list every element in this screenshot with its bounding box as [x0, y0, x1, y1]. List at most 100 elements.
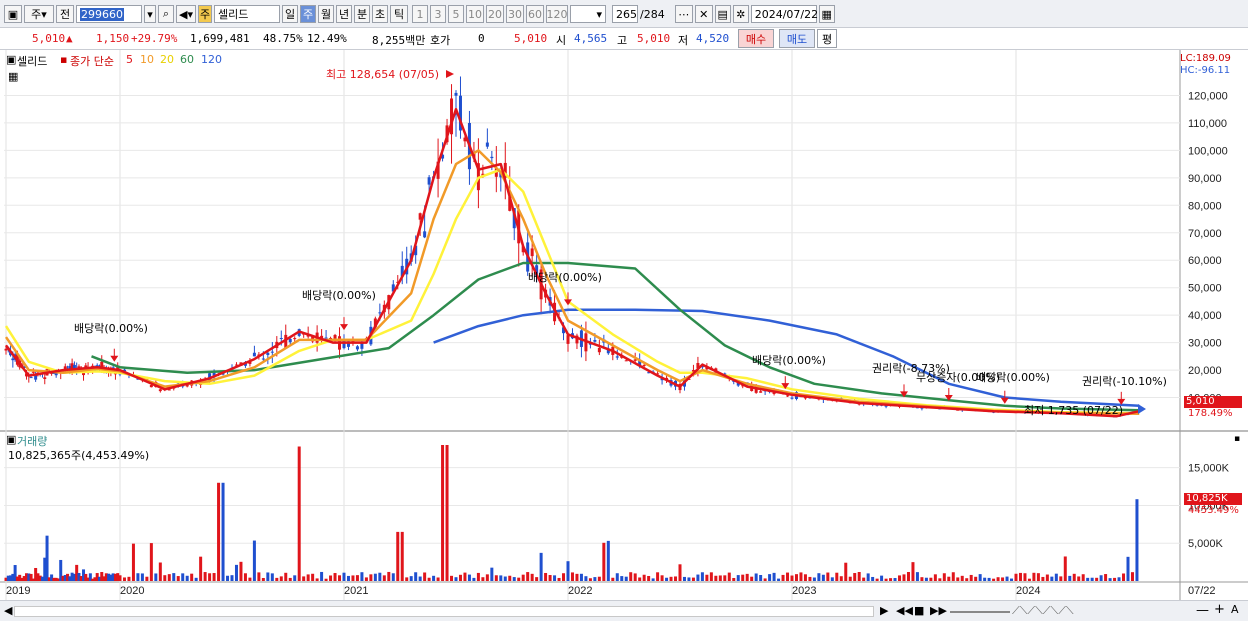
scroll-left-icon[interactable]: ◀ — [4, 604, 12, 617]
period-week[interactable]: 주 — [300, 5, 316, 23]
stock-code-input[interactable]: 299660 — [76, 5, 142, 23]
volume-bar — [1059, 576, 1063, 581]
volume-bar — [441, 445, 445, 581]
search-icon[interactable]: ⌕ — [158, 5, 174, 23]
volume-bar — [234, 564, 238, 581]
volume-bar — [808, 576, 812, 581]
volume-bar — [131, 543, 135, 581]
price-tick-label: 110,000 — [1188, 118, 1227, 130]
stock-name-field[interactable]: 셀리드 — [214, 5, 280, 23]
type-select[interactable]: 주 ▾ — [24, 5, 54, 23]
volume-bar — [544, 572, 548, 581]
interval-1[interactable]: 1 — [412, 5, 428, 23]
code-dropdown-icon[interactable]: ▾ — [144, 5, 156, 23]
volume-bar — [629, 572, 633, 581]
volume-bar — [472, 577, 476, 581]
interval-60[interactable]: 60 — [526, 5, 544, 23]
drawing-tools-icon[interactable]: ⟋⟍⟋⟍⟋⟍⟋⟍ — [1012, 604, 1074, 618]
candle-body — [266, 352, 270, 356]
volume-bar — [158, 562, 162, 581]
price-chart[interactable]: 10,00020,00030,00040,00050,00060,00070,0… — [0, 50, 1248, 600]
chart-background — [0, 50, 1248, 600]
speed-slider[interactable] — [950, 611, 1010, 613]
volume-bar — [674, 576, 678, 581]
volume-bar — [915, 572, 919, 581]
volume-bar — [432, 575, 436, 581]
volume-bar — [1001, 577, 1005, 581]
date-input[interactable]: 2024/07/22 — [750, 5, 818, 23]
zoom-in-icon[interactable]: + — [1214, 602, 1225, 617]
volume-bar — [391, 573, 395, 581]
period-minute[interactable]: 분 — [354, 5, 370, 23]
volume-bar — [920, 577, 924, 581]
volume-bar — [763, 578, 767, 581]
sell-button[interactable]: 매도 — [779, 29, 815, 48]
volume-bar — [1104, 574, 1108, 581]
period-month[interactable]: 월 — [318, 5, 334, 23]
volume-bar — [490, 567, 494, 581]
interval-120[interactable]: 120 — [546, 5, 568, 23]
buy-button[interactable]: 매수 — [738, 29, 774, 48]
count-input[interactable]: 265 — [612, 5, 638, 23]
volume-bar — [118, 575, 122, 581]
interval-3[interactable]: 3 — [430, 5, 446, 23]
menu-icon[interactable]: ▣ — [4, 5, 22, 23]
calendar-icon[interactable]: ▦ — [818, 5, 835, 23]
price-tick-label: 90,000 — [1188, 173, 1222, 185]
eval-button[interactable]: 평 — [817, 29, 837, 48]
candle-body — [786, 395, 790, 397]
volume-bar — [226, 575, 230, 581]
volume-collapse-icon[interactable]: ▣ — [6, 433, 16, 446]
high-value: 5,010 — [637, 32, 671, 45]
interval-20[interactable]: 20 — [486, 5, 504, 23]
scroll-right-icon[interactable]: ▶ — [880, 604, 888, 617]
prev-button[interactable]: 전 — [56, 5, 74, 23]
volume-close-icon[interactable]: ▪ — [1234, 434, 1240, 444]
auto-icon[interactable]: A — [1231, 603, 1239, 616]
legend-ma20: 20 — [160, 53, 174, 66]
period-second[interactable]: 초 — [372, 5, 388, 23]
interval-5[interactable]: 5 — [448, 5, 464, 23]
volume-bar — [203, 572, 207, 581]
volume-bar — [597, 576, 601, 581]
volume-bar — [557, 577, 561, 581]
volume-bar — [526, 572, 530, 581]
stock-tab[interactable]: 셀리드 — [17, 53, 47, 69]
volume-bar — [893, 578, 897, 581]
volume-bar — [665, 577, 669, 581]
collapse-icon[interactable]: ▣ — [6, 53, 16, 66]
save-icon[interactable]: ▤ — [714, 5, 731, 23]
volume-bar — [754, 573, 758, 581]
table-icon[interactable]: ▦ — [8, 70, 18, 83]
link-icon[interactable]: ⋯ — [674, 5, 693, 23]
volume-bar — [969, 574, 973, 581]
interval-30[interactable]: 30 — [506, 5, 524, 23]
speaker-icon[interactable]: ◀▾ — [176, 5, 196, 23]
volume-bar — [983, 577, 987, 581]
volume-bar — [624, 576, 628, 581]
period-year[interactable]: 년 — [336, 5, 352, 23]
volume-bar — [911, 562, 915, 581]
candle-body — [790, 397, 794, 399]
volume-bar — [423, 572, 427, 581]
stop-icon[interactable]: ■ — [914, 604, 924, 617]
interval-10[interactable]: 10 — [466, 5, 484, 23]
volume-bar — [1005, 576, 1009, 581]
crosshair-icon[interactable]: ✕ — [694, 5, 713, 23]
zoom-out-icon[interactable]: — — [1196, 603, 1209, 618]
legend-ma10: 10 — [140, 53, 154, 66]
price-tick-label: 30,000 — [1188, 338, 1222, 350]
volume-bar — [857, 572, 861, 581]
fast-forward-icon[interactable]: ▶▶ — [930, 604, 947, 617]
volume-bar — [889, 578, 893, 581]
scrollbar-track[interactable] — [14, 606, 874, 617]
volume-bar — [302, 576, 306, 581]
interval-dropdown[interactable]: ▾ — [570, 5, 606, 23]
x-tick-label: 2023 — [792, 585, 816, 597]
rewind-icon[interactable]: ◀◀ — [896, 604, 913, 617]
gear-icon[interactable]: ✲ — [732, 5, 749, 23]
period-tick[interactable]: 틱 — [390, 5, 408, 23]
period-day[interactable]: 일 — [282, 5, 298, 23]
volume-bar — [284, 572, 288, 581]
volume-bar — [494, 575, 498, 581]
